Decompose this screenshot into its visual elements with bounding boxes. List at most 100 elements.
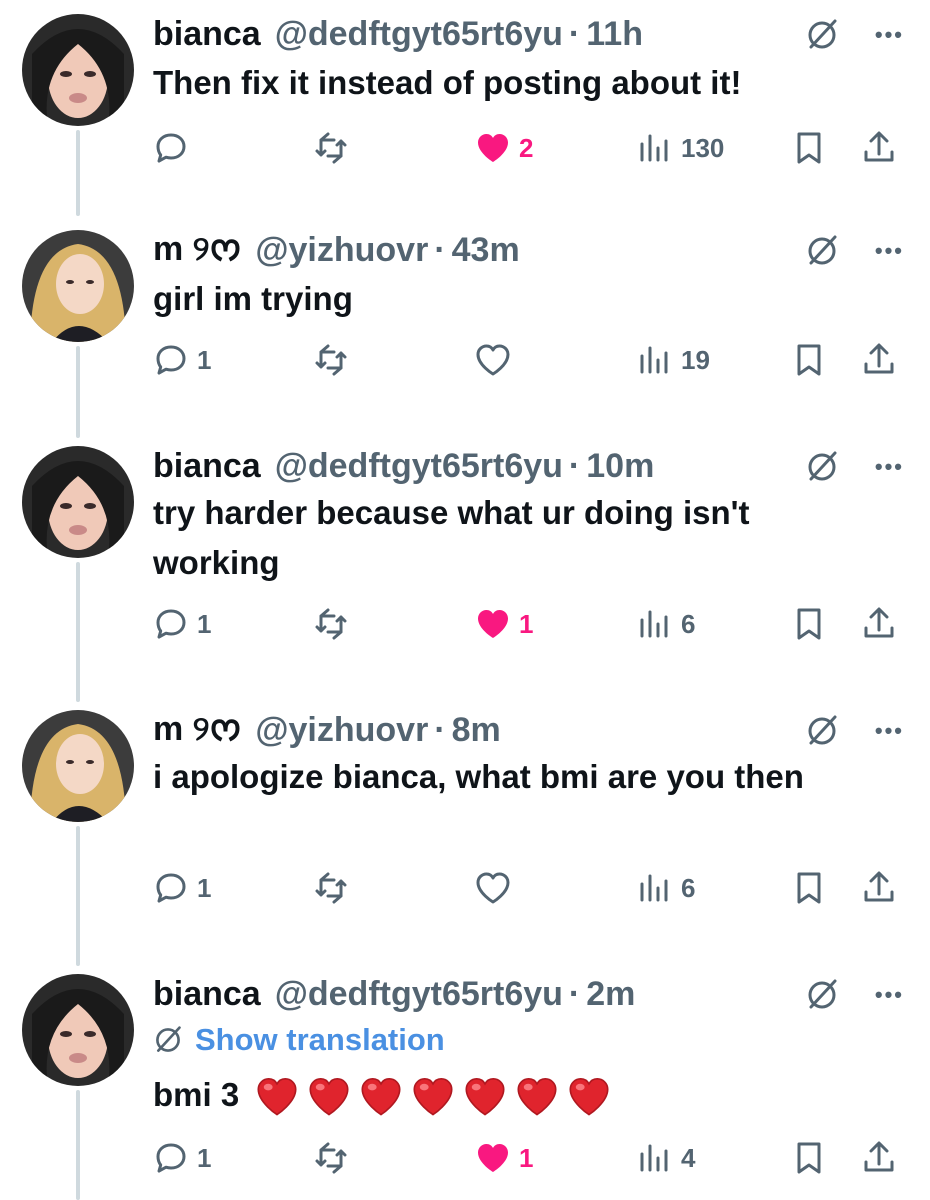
like-button[interactable]: 1	[475, 602, 533, 646]
tweet-header: bianca @dedftgyt65rt6yu · 10m	[153, 442, 654, 490]
bookmark-icon	[797, 1142, 821, 1174]
views-icon	[640, 610, 668, 638]
more-icon[interactable]: •••	[875, 240, 904, 262]
grok-icon[interactable]	[805, 978, 839, 1012]
retweet-button[interactable]	[313, 1136, 349, 1180]
views-button[interactable]: 130	[637, 126, 724, 170]
heart-emoji-row	[248, 1076, 612, 1116]
bookmark-button[interactable]	[791, 126, 827, 170]
author-name[interactable]: bianca	[153, 15, 261, 54]
like-button[interactable]	[475, 866, 519, 910]
header-icons: •••	[805, 234, 904, 268]
retweet-button[interactable]	[313, 126, 349, 170]
grok-icon[interactable]	[805, 450, 839, 484]
share-button[interactable]	[861, 338, 897, 382]
share-button[interactable]	[861, 1136, 897, 1180]
tweet[interactable]: bianca @dedftgyt65rt6yu · 2m ••• Show tr…	[0, 960, 930, 1200]
more-icon[interactable]: •••	[875, 984, 904, 1006]
tweet-text: try harder because what ur doing isn't w…	[153, 494, 750, 581]
bookmark-button[interactable]	[791, 602, 827, 646]
views-button[interactable]: 6	[637, 866, 695, 910]
reply-button[interactable]: 1	[153, 338, 211, 382]
show-translation-link[interactable]: Show translation	[153, 1022, 445, 1058]
views-count: 4	[681, 1142, 696, 1173]
tweet[interactable]: m ୨ᰔ @yizhuovr · 43m ••• girl im trying …	[0, 216, 930, 416]
author-name[interactable]: m ୨ᰔ	[153, 705, 241, 756]
reply-button[interactable]: 1	[153, 1136, 211, 1180]
author-handle[interactable]: @yizhuovr	[255, 711, 428, 750]
author-handle[interactable]: @dedftgyt65rt6yu	[275, 15, 563, 54]
share-button[interactable]	[861, 126, 897, 170]
retweet-button[interactable]	[313, 602, 349, 646]
tweet-text: Then fix it instead of posting about it!	[153, 64, 742, 101]
views-button[interactable]: 19	[637, 338, 710, 382]
views-button[interactable]: 6	[637, 602, 695, 646]
like-button[interactable]	[475, 338, 519, 382]
avatar-bianca[interactable]	[22, 974, 134, 1086]
grok-icon[interactable]	[805, 234, 839, 268]
author-handle[interactable]: @dedftgyt65rt6yu	[275, 975, 563, 1014]
timestamp[interactable]: 2m	[586, 975, 635, 1014]
tweet-header: bianca @dedftgyt65rt6yu · 2m	[153, 970, 635, 1018]
retweet-button[interactable]	[313, 866, 349, 910]
tweet-header: m ୨ᰔ @yizhuovr · 8m	[153, 706, 501, 754]
more-icon[interactable]: •••	[875, 456, 904, 478]
views-count: 6	[681, 872, 696, 903]
bookmark-button[interactable]	[791, 338, 827, 382]
tweet-text: girl im trying	[153, 280, 353, 317]
avatar-m[interactable]	[22, 710, 134, 822]
more-icon[interactable]: •••	[875, 720, 904, 742]
tweet[interactable]: bianca @dedftgyt65rt6yu · 10m ••• try ha…	[0, 432, 930, 682]
tweet-text: i apologize bianca, what bmi are you the…	[153, 758, 804, 795]
heart-icon	[476, 344, 510, 376]
share-icon	[864, 1141, 894, 1172]
reply-count: 1	[197, 1142, 212, 1173]
author-handle[interactable]: @dedftgyt65rt6yu	[275, 447, 563, 486]
heart-icon	[476, 872, 510, 904]
tweet[interactable]: bianca @dedftgyt65rt6yu · 11h ••• Then f…	[0, 0, 930, 200]
reply-icon	[156, 1143, 186, 1173]
timestamp[interactable]: 8m	[452, 711, 501, 750]
timestamp[interactable]: 11h	[586, 15, 643, 54]
share-button[interactable]	[861, 866, 897, 910]
action-bar: 1 1 4	[153, 1136, 903, 1180]
retweet-button[interactable]	[313, 338, 349, 382]
retweet-icon	[315, 1142, 347, 1174]
header-icons: •••	[805, 978, 904, 1012]
tweet[interactable]: m ୨ᰔ @yizhuovr · 8m ••• i apologize bian…	[0, 696, 930, 946]
author-name[interactable]: bianca	[153, 447, 261, 486]
like-button[interactable]: 2	[475, 126, 533, 170]
like-button[interactable]: 1	[475, 1136, 533, 1180]
action-bar: 2 130	[153, 126, 903, 170]
timestamp[interactable]: 10m	[586, 447, 654, 486]
timestamp[interactable]: 43m	[452, 231, 520, 270]
tweet-header: m ୨ᰔ @yizhuovr · 43m	[153, 226, 520, 274]
author-name[interactable]: bianca	[153, 975, 261, 1014]
grok-icon[interactable]	[805, 18, 839, 52]
bookmark-icon	[797, 608, 821, 640]
more-icon[interactable]: •••	[875, 24, 904, 46]
views-icon	[640, 346, 668, 374]
views-count: 19	[681, 344, 710, 375]
author-handle[interactable]: @yizhuovr	[255, 231, 428, 270]
views-button[interactable]: 4	[637, 1136, 695, 1180]
author-name[interactable]: m ୨ᰔ	[153, 225, 241, 276]
separator: ·	[568, 974, 581, 1013]
separator: ·	[568, 446, 581, 485]
bookmark-icon	[797, 132, 821, 164]
reply-button[interactable]	[153, 126, 197, 170]
reply-button[interactable]: 1	[153, 866, 211, 910]
bookmark-button[interactable]	[791, 1136, 827, 1180]
avatar-bianca[interactable]	[22, 446, 134, 558]
avatar-m[interactable]	[22, 230, 134, 342]
heart-icon	[478, 610, 508, 638]
share-button[interactable]	[861, 602, 897, 646]
reply-icon	[156, 609, 186, 639]
action-bar: 1 1 6	[153, 602, 903, 646]
reply-icon	[156, 345, 186, 375]
grok-icon[interactable]	[805, 714, 839, 748]
bookmark-button[interactable]	[791, 866, 827, 910]
avatar-bianca[interactable]	[22, 14, 134, 126]
tweet-text: bmi 3	[153, 1070, 883, 1120]
reply-button[interactable]: 1	[153, 602, 211, 646]
